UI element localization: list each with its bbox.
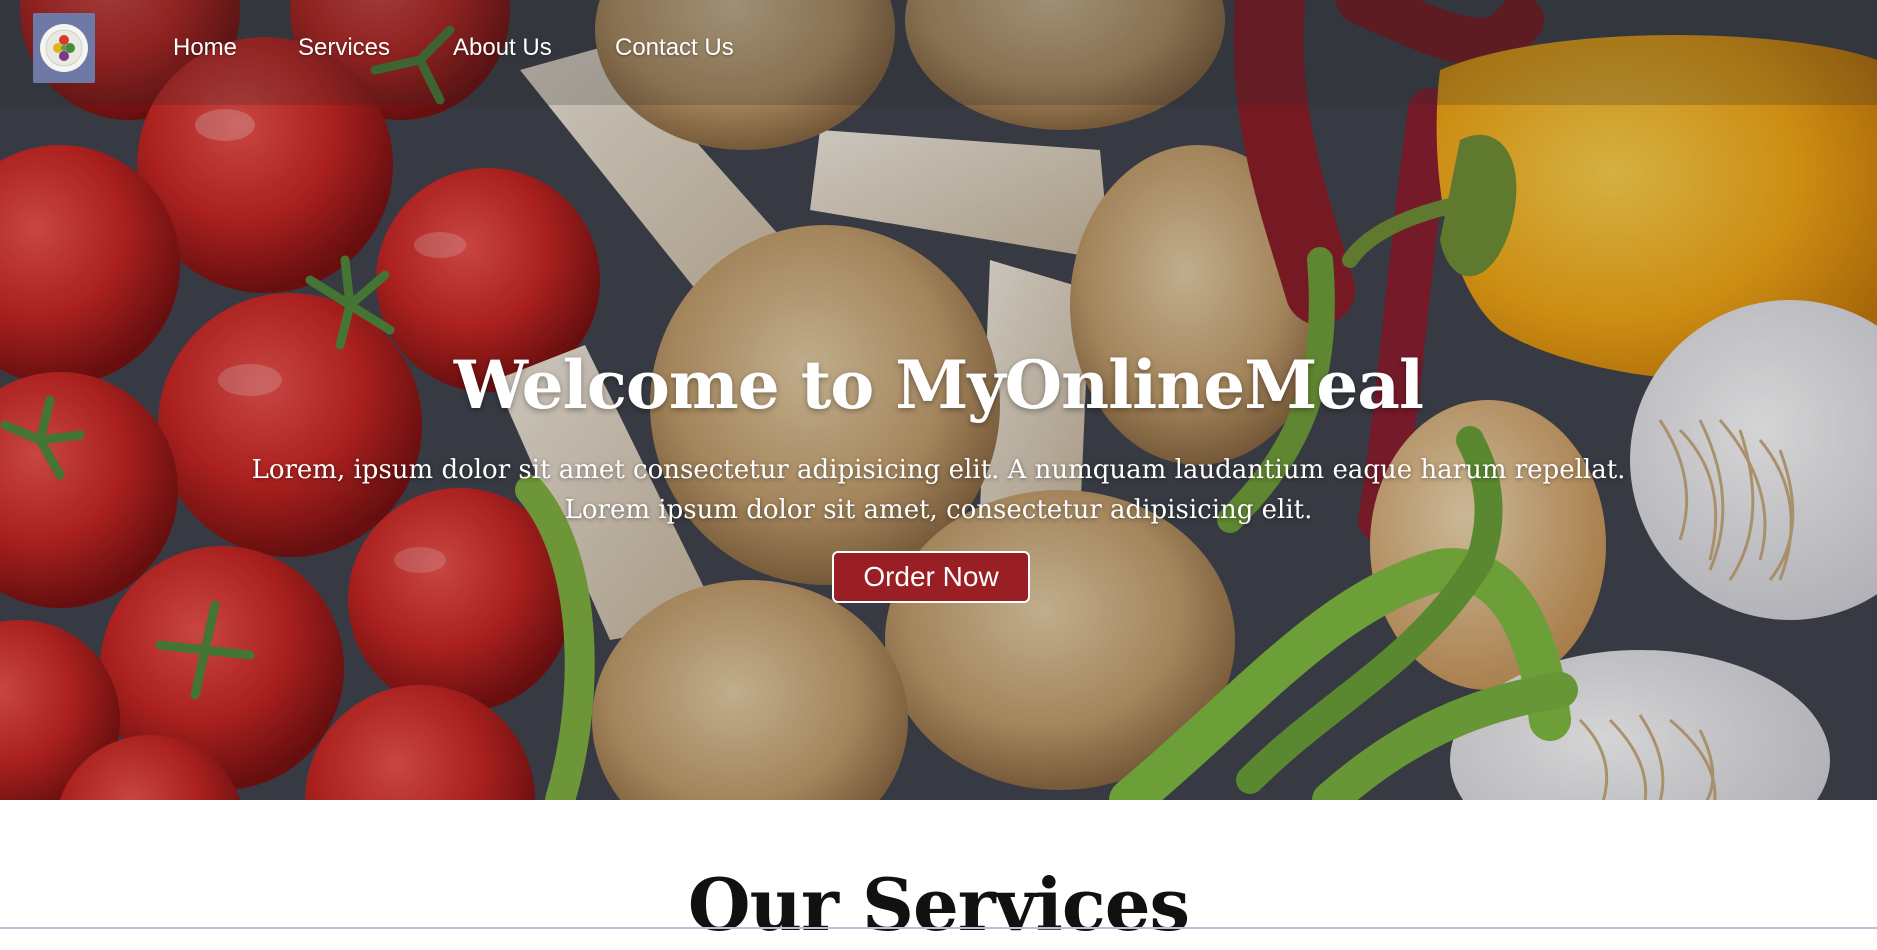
- section-divider: [0, 927, 1877, 929]
- nav-link-services[interactable]: Services: [298, 34, 390, 62]
- hero-subtitle-line-1: Lorem, ipsum dolor sit amet consectetur …: [251, 455, 1626, 485]
- order-now-button[interactable]: Order Now: [832, 551, 1030, 603]
- plate-logo-icon: [40, 24, 88, 72]
- hero-subtitle-line-2: Lorem ipsum dolor sit amet, consectetur …: [564, 495, 1313, 525]
- services-heading: Our Services: [687, 862, 1190, 947]
- nav-link-home[interactable]: Home: [173, 34, 237, 62]
- hero-title: Welcome to MyOnlineMeal: [453, 346, 1424, 424]
- logo[interactable]: [33, 13, 95, 83]
- nav-link-contact-us[interactable]: Contact Us: [615, 34, 734, 62]
- nav-link-about-us[interactable]: About Us: [453, 34, 552, 62]
- navbar: Home Services About Us Contact Us: [0, 0, 1877, 105]
